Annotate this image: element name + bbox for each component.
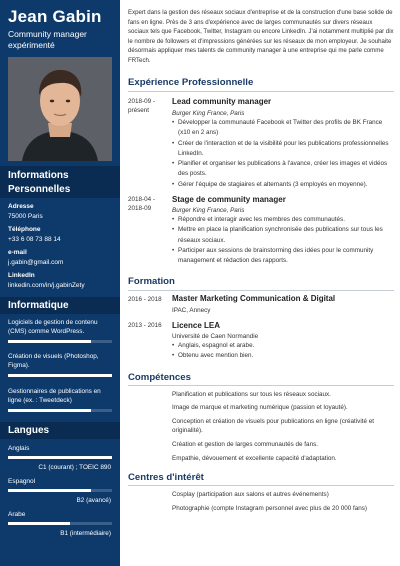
candidate-name: Jean Gabin (8, 7, 102, 26)
education-school: Université de Caen Normandie (172, 333, 259, 340)
interest-item: Cosplay (participation aux salons et aut… (172, 491, 329, 498)
education-bullets: Anglais, espagnol et arabe. Obtenu avec … (172, 341, 394, 362)
education-bullet: Anglais, espagnol et arabe. (172, 341, 394, 352)
experience-bullet: Gérer l'équipe de stagiaires et alternan… (172, 180, 394, 191)
phone-label: Téléphone (8, 226, 41, 233)
experience-title: Expérience Professionnelle (128, 77, 254, 88)
language-bar-fill (8, 489, 92, 492)
experience-bullet: Créer de l'interaction et de la visibili… (172, 139, 394, 160)
language-bar-fill (8, 456, 112, 459)
skill-item: Image de marque et marketing numérique (… (172, 404, 348, 411)
experience-bullet: Développer la communauté Facebook et Twi… (172, 118, 394, 139)
skills-title: Compétences (128, 372, 191, 383)
education-degree: Licence LEA (172, 321, 221, 330)
resume-page: Jean Gabin Community manager expérimenté… (0, 0, 400, 566)
education-title: Formation (128, 276, 175, 287)
language-bar (8, 456, 112, 459)
experience-title-text: Lead community manager (172, 97, 272, 106)
it-skill-label: Création de visuels (Photoshop, Figma). (8, 353, 99, 369)
interests-rule (128, 485, 394, 486)
interests-title: Centres d'intérêt (128, 472, 204, 483)
language-level: B1 (intermédiaire) (60, 530, 111, 537)
education-school: IPAC, Annecy (172, 307, 211, 314)
education-date: 2016 - 2018 (128, 296, 162, 303)
education-degree: Master Marketing Communication & Digital (172, 294, 336, 303)
language-name: Anglais (8, 445, 30, 452)
email-value[interactable]: j.gabin@gmail.com (8, 259, 63, 266)
profile-photo (8, 57, 112, 161)
it-skill-bar (8, 374, 112, 377)
experience-company: Burger King France, Paris (172, 207, 245, 214)
it-skill-bar-fill (8, 340, 92, 343)
it-skill-label: Logiciels de gestion de contenu (CMS) co… (8, 319, 98, 335)
language-bar (8, 522, 112, 525)
personal-info-header: Informations Personnelles (0, 166, 120, 198)
experience-date: 2018-09 - présent (128, 98, 155, 114)
linkedin-label: LinkedIn (8, 272, 35, 279)
experience-bullets: Répondre et interagir avec les membres d… (172, 215, 394, 266)
language-level: C1 (courant) ; TOEIC 890 (38, 464, 111, 471)
experience-company: Burger King France, Paris (172, 110, 245, 117)
education-bullet: Obtenu avec mention bien. (172, 351, 394, 362)
experience-rule (128, 91, 394, 92)
skill-item: Conception et création de visuels pour p… (172, 418, 374, 435)
email-label: e-mail (8, 249, 27, 256)
experience-title-text: Stage de community manager (172, 195, 286, 204)
language-name: Arabe (8, 511, 26, 518)
languages-header: Langues (0, 422, 120, 439)
it-skill-bar-fill (8, 374, 112, 377)
skills-rule (128, 385, 394, 386)
it-skill-bar (8, 409, 112, 412)
language-level: B2 (avancé) (76, 497, 111, 504)
profile-summary: Expert dans la gestion des réseaux socia… (128, 9, 394, 64)
it-skill-bar-fill (8, 409, 92, 412)
language-bar-fill (8, 522, 71, 525)
address-value: 75000 Paris (8, 213, 43, 220)
experience-date: 2018-04 - 2018-09 (128, 196, 155, 212)
experience-bullet: Planifier et organiser les publications … (172, 159, 394, 180)
it-skills-header: Informatique (0, 297, 120, 314)
personal-info-title: Informations Personnelles (8, 170, 71, 195)
skill-item: Création et gestion de larges communauté… (172, 441, 318, 448)
experience-bullets: Développer la communauté Facebook et Twi… (172, 118, 394, 190)
main-content: Expert dans la gestion des réseaux socia… (120, 0, 400, 566)
language-name: Espagnol (8, 478, 36, 485)
sidebar: Jean Gabin Community manager expérimenté… (0, 0, 120, 566)
it-skill-bar (8, 340, 112, 343)
it-skills-title: Informatique (8, 300, 69, 311)
linkedin-value[interactable]: linkedin.com/in/j.gabinZety (8, 282, 85, 289)
experience-bullet: Répondre et interagir avec les membres d… (172, 215, 394, 226)
education-rule (128, 290, 394, 291)
candidate-job-title: Community manager expérimenté (8, 29, 87, 50)
experience-bullet: Mettre en place la planification synchro… (172, 225, 394, 246)
address-label: Adresse (8, 203, 34, 210)
phone-value: +33 6 08 73 88 14 (8, 236, 61, 243)
language-bar (8, 489, 112, 492)
experience-bullet: Participer aux sessions de brainstorming… (172, 246, 394, 267)
education-date: 2013 - 2016 (128, 322, 162, 329)
it-skill-label: Gestionnaires de publications en ligne (… (8, 388, 101, 404)
interest-item: Photographie (compte Instagram personnel… (172, 505, 367, 512)
skill-item: Empathie, dévouement et excellente capac… (172, 455, 337, 462)
skill-item: Planification et publications sur tous l… (172, 391, 331, 398)
languages-title: Langues (8, 425, 50, 436)
